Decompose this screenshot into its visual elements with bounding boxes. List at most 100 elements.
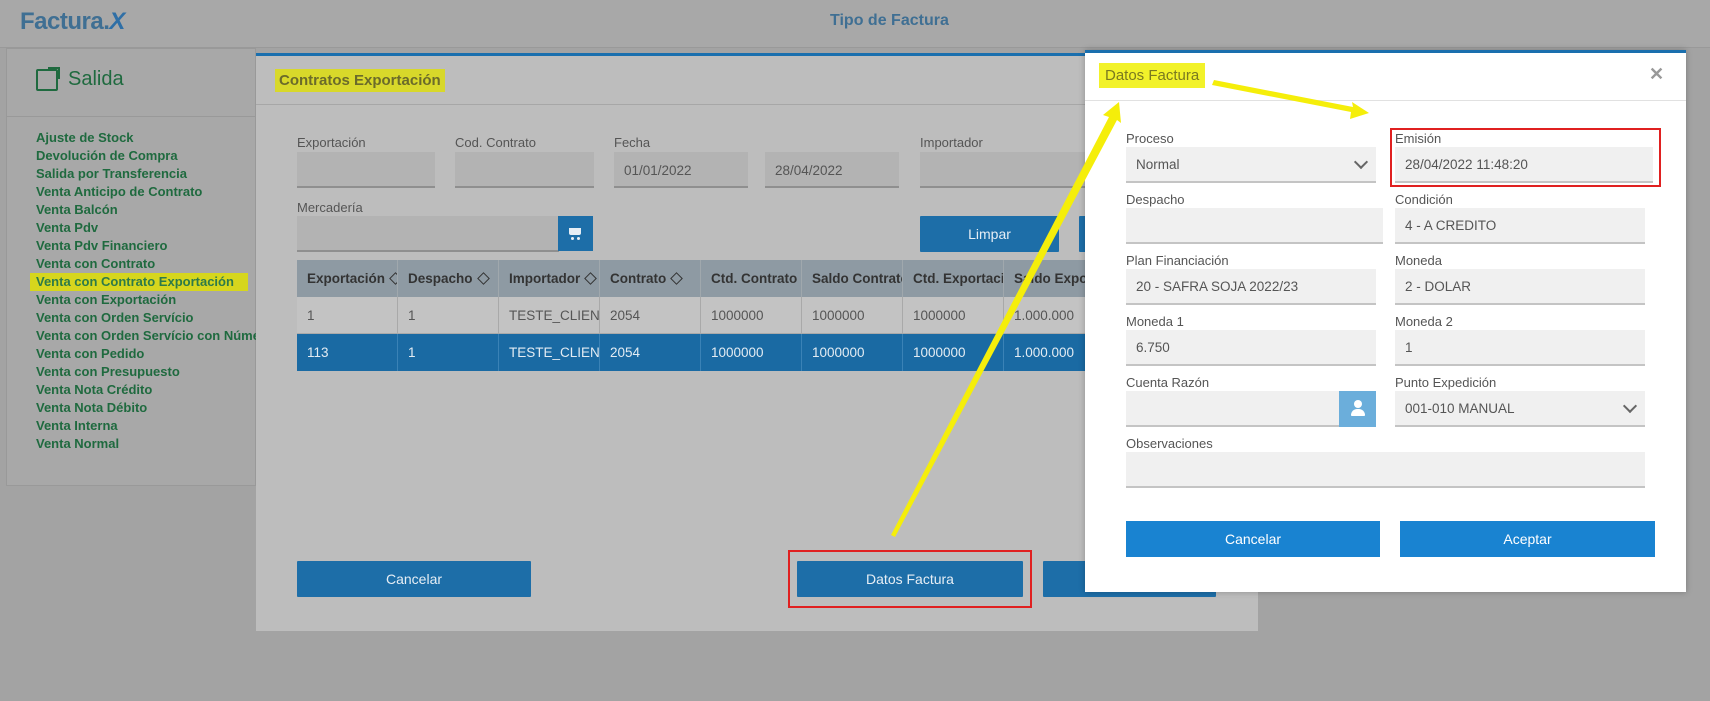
datos-factura-button[interactable]: Datos Factura	[797, 561, 1023, 597]
table-row-selected[interactable]: 113 1 TESTE_CLIENT 2054 1000000 1000000 …	[297, 334, 1087, 371]
sidebar-item-selected[interactable]: Venta con Contrato Exportación	[30, 273, 248, 291]
observaciones-input[interactable]	[1126, 452, 1645, 488]
sidebar-item[interactable]: Ajuste de Stock	[30, 129, 260, 147]
column-header[interactable]: Contrato	[600, 260, 701, 297]
importador-label: Importador	[920, 135, 983, 150]
close-icon[interactable]: ✕	[1649, 64, 1664, 85]
condicion-label: Condición	[1395, 192, 1453, 207]
table-cell: 1	[398, 334, 499, 371]
despacho-input[interactable]	[1126, 208, 1383, 244]
mercaderia-label: Mercadería	[297, 200, 363, 215]
observaciones-label: Observaciones	[1126, 436, 1213, 451]
sort-icon[interactable]	[476, 272, 490, 285]
condicion-input[interactable]: 4 - A CREDITO	[1395, 208, 1645, 244]
table-cell: 2054	[600, 297, 701, 333]
sidebar-item[interactable]: Venta con Exportación	[30, 291, 260, 309]
user-icon[interactable]	[1339, 391, 1376, 427]
emision-label: Emisión	[1395, 131, 1442, 146]
table-cell: 1	[297, 297, 398, 333]
sidebar-item[interactable]: Venta con Orden Servício con Núme	[30, 327, 260, 345]
punto-expedicion-select[interactable]: 001-010 MANUAL	[1395, 391, 1645, 427]
divider	[6, 116, 256, 117]
moneda-2-input[interactable]: 1	[1395, 330, 1645, 366]
external-link-icon	[36, 66, 60, 91]
fecha-hasta-input[interactable]: 28/04/2022	[765, 152, 899, 188]
contratos-modal-title: Contratos Exportación	[275, 69, 445, 92]
table-cell: 1000000	[903, 297, 1004, 333]
proceso-label: Proceso	[1126, 131, 1174, 146]
moneda-2-label: Moneda 2	[1395, 314, 1453, 329]
exportacion-label: Exportación	[297, 135, 366, 150]
table-row[interactable]: 1 1 TESTE_CLIENT 2054 1000000 1000000 10…	[297, 297, 1087, 334]
table-cell: 1000000	[701, 297, 802, 333]
sidebar-item[interactable]: Devolución de Compra	[30, 147, 260, 165]
table-cell: 113	[297, 334, 398, 371]
sidebar-item[interactable]: Venta con Pedido	[30, 345, 260, 363]
table-cell: 1000000	[903, 334, 1004, 371]
cancelar-button[interactable]: Cancelar	[1126, 521, 1380, 557]
table-cell: 1	[398, 297, 499, 333]
despacho-label: Despacho	[1126, 192, 1185, 207]
table-cell: 1.000.000	[1004, 297, 1087, 333]
sidebar-item[interactable]: Venta Interna	[30, 417, 260, 435]
aceptar-button[interactable]: Aceptar	[1400, 521, 1655, 557]
contratos-table: Exportación Despacho Importador Contrato…	[297, 260, 1087, 371]
column-header[interactable]: Despacho	[398, 260, 499, 297]
table-cell: 1.000.000	[1004, 334, 1087, 371]
emision-input[interactable]: 28/04/2022 11:48:20	[1395, 147, 1653, 183]
moneda-1-input[interactable]: 6.750	[1126, 330, 1376, 366]
sidebar-item[interactable]: Venta Nota Crédito	[30, 381, 260, 399]
sort-icon[interactable]	[584, 272, 598, 285]
moneda-input[interactable]: 2 - DOLAR	[1395, 269, 1645, 305]
column-header[interactable]: Ctd. Exportació	[903, 260, 1004, 297]
shopping-cart-icon[interactable]	[558, 216, 593, 251]
cuenta-razon-input[interactable]	[1126, 391, 1340, 427]
table-cell: 2054	[600, 334, 701, 371]
importador-input[interactable]	[920, 152, 1085, 188]
chevron-down-icon	[1622, 398, 1638, 414]
sidebar-item[interactable]: Venta Normal	[30, 435, 260, 453]
cuenta-razon-label: Cuenta Razón	[1126, 375, 1210, 390]
chevron-down-icon	[1353, 154, 1369, 170]
column-header[interactable]: Ctd. Contrato	[701, 260, 802, 297]
sidebar-section-title: Salida	[36, 66, 124, 91]
column-header[interactable]: Saldo Contrato	[802, 260, 903, 297]
column-header[interactable]: Importador	[499, 260, 600, 297]
proceso-select[interactable]: Normal	[1126, 147, 1376, 183]
limpiar-button[interactable]: Limpar	[920, 216, 1059, 252]
punto-expedicion-label: Punto Expedición	[1395, 375, 1497, 390]
divider	[1085, 100, 1686, 101]
sidebar-item[interactable]: Salida por Transferencia	[30, 165, 260, 183]
table-cell: TESTE_CLIENT	[499, 297, 600, 333]
cod-contrato-label: Cod. Contrato	[455, 135, 536, 150]
table-cell: 1000000	[802, 334, 903, 371]
table-cell: 1000000	[802, 297, 903, 333]
sidebar-item[interactable]: Venta con Presupuesto	[30, 363, 260, 381]
sort-icon[interactable]	[670, 272, 684, 285]
sidebar-menu: Ajuste de Stock Devolución de Compra Sal…	[30, 129, 260, 453]
plan-financiacion-input[interactable]: 20 - SAFRA SOJA 2022/23	[1126, 269, 1376, 305]
sort-icon[interactable]	[389, 272, 397, 285]
sidebar-item[interactable]: Venta con Contrato	[30, 255, 260, 273]
moneda-1-label: Moneda 1	[1126, 314, 1184, 329]
cancelar-button[interactable]: Cancelar	[297, 561, 531, 597]
sidebar-item[interactable]: Venta Balcón	[30, 201, 260, 219]
plan-financiacion-label: Plan Financiación	[1126, 253, 1229, 268]
exportacion-input[interactable]	[297, 152, 435, 188]
column-header[interactable]: Exportación	[297, 260, 398, 297]
fecha-label: Fecha	[614, 135, 651, 150]
fecha-desde-input[interactable]: 01/01/2022	[614, 152, 748, 188]
table-cell: TESTE_CLIENT	[499, 334, 600, 371]
mercaderia-input[interactable]	[297, 216, 559, 252]
cod-contrato-input[interactable]	[455, 152, 594, 188]
column-header[interactable]: Saldo Expo	[1004, 260, 1087, 297]
sidebar-item[interactable]: Venta Nota Débito	[30, 399, 260, 417]
table-header: Exportación Despacho Importador Contrato…	[297, 260, 1087, 297]
sidebar-item[interactable]: Venta Pdv	[30, 219, 260, 237]
sidebar-item[interactable]: Venta con Orden Servício	[30, 309, 260, 327]
app-logo[interactable]: Factura.X	[20, 8, 125, 36]
page-title: Tipo de Factura	[830, 12, 949, 29]
sidebar-item[interactable]: Venta Anticipo de Contrato	[30, 183, 260, 201]
sidebar-item[interactable]: Venta Pdv Financiero	[30, 237, 260, 255]
table-cell: 1000000	[701, 334, 802, 371]
